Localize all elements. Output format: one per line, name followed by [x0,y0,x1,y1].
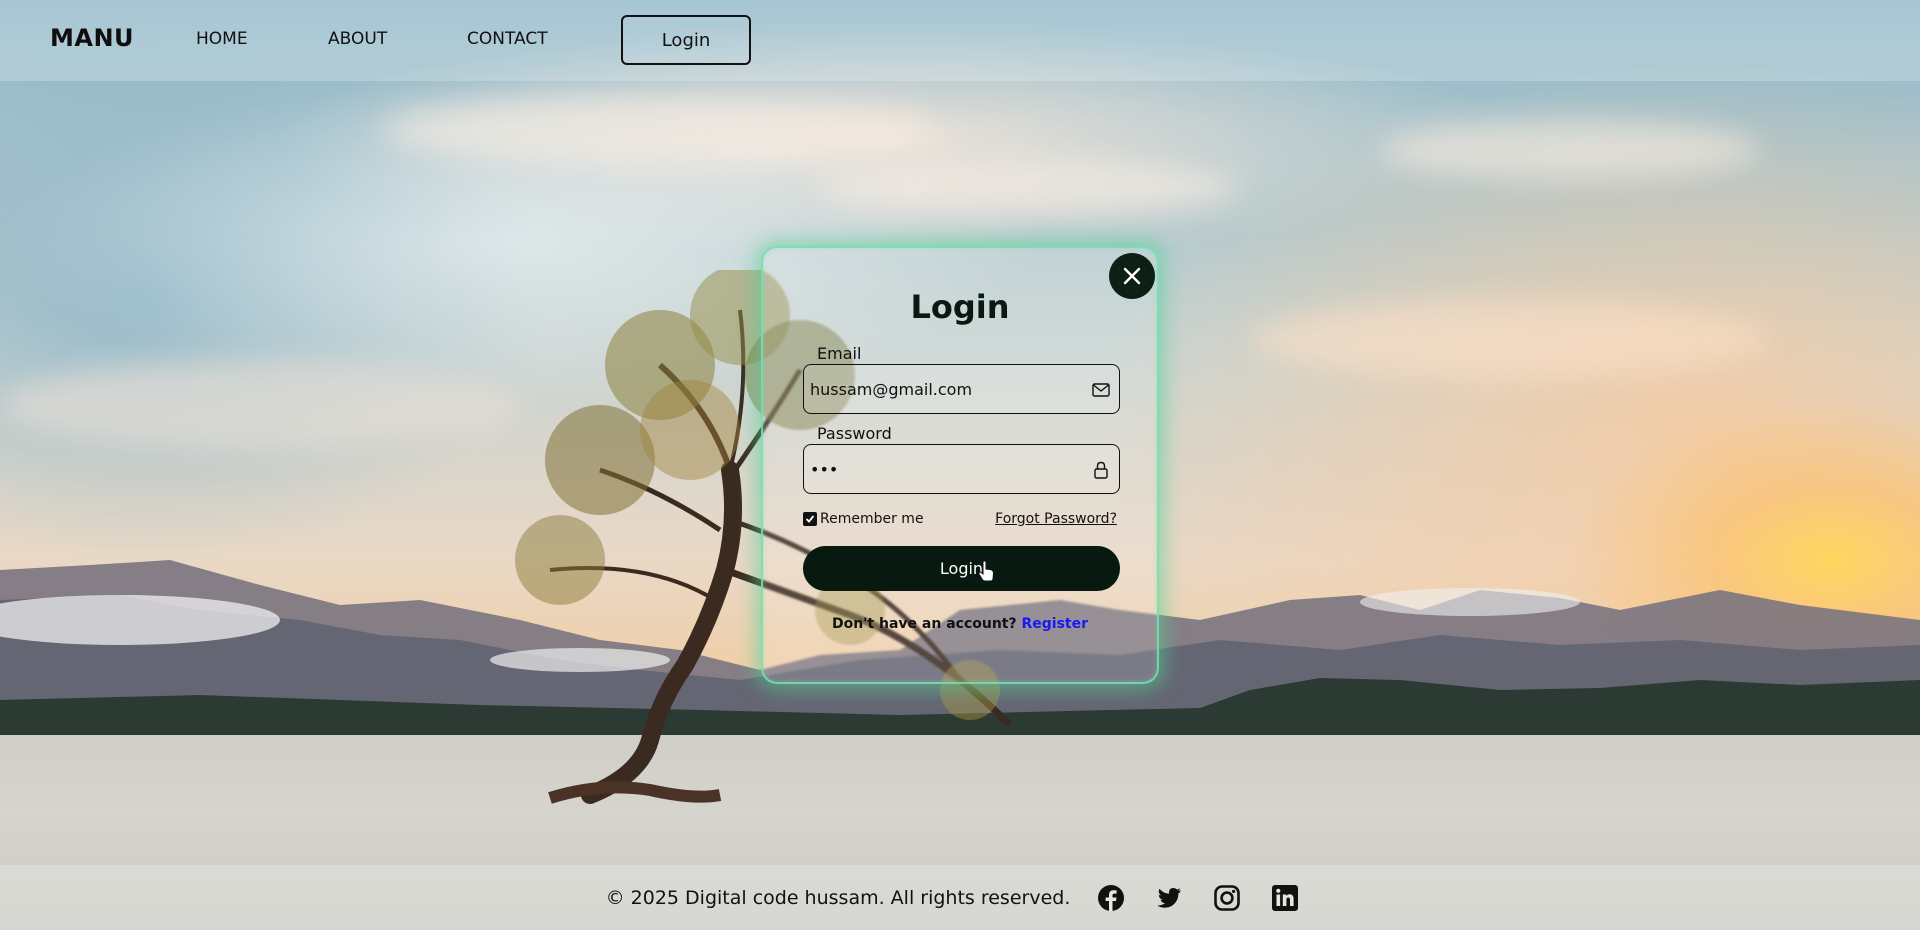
login-card: Login Email Password Remember me Forgot … [761,246,1159,684]
login-title: Login [910,288,1010,326]
nav-link-contact[interactable]: CONTACT [467,29,548,49]
check-icon [805,515,815,523]
lock-icon [1094,461,1108,479]
remember-me-checkbox[interactable] [803,512,817,526]
twitter-icon[interactable] [1155,884,1183,912]
forgot-password-link[interactable]: Forgot Password? [995,511,1117,527]
copyright-text: © 2025 Digital code hussam. All rights r… [605,886,1071,909]
instagram-icon[interactable] [1213,884,1241,912]
email-field[interactable] [810,365,1080,413]
email-label: Email [817,344,862,363]
password-label: Password [817,424,892,443]
facebook-icon[interactable] [1097,884,1125,912]
login-submit-label: Login [939,559,984,578]
cloud [820,160,1240,215]
nav-link-about[interactable]: ABOUT [328,29,387,49]
nav-login-button[interactable]: Login [621,15,751,65]
pointer-cursor-icon [978,560,995,582]
footer: © 2025 Digital code hussam. All rights r… [0,865,1920,930]
nav-link-home[interactable]: HOME [196,29,248,49]
register-link[interactable]: Register [1022,616,1089,632]
email-field-wrapper [803,364,1120,414]
password-field[interactable] [810,445,1080,493]
cloud [0,360,520,450]
register-row: Don't have an account? Register [763,616,1157,632]
cloud [380,95,940,165]
brand-logo[interactable]: MANU [50,24,134,52]
remember-me-label: Remember me [820,511,924,527]
cloud [1250,300,1770,380]
register-prompt: Don't have an account? [831,616,1017,632]
mail-icon [1092,383,1110,397]
navbar: MANU HOME ABOUT CONTACT Login [0,0,1920,81]
cloud [1380,120,1760,180]
remember-me-row: Remember me [803,511,924,527]
close-icon [1123,267,1141,285]
password-field-wrapper [803,444,1120,494]
login-submit-button[interactable]: Login [803,546,1120,591]
linkedin-icon[interactable] [1271,884,1299,912]
